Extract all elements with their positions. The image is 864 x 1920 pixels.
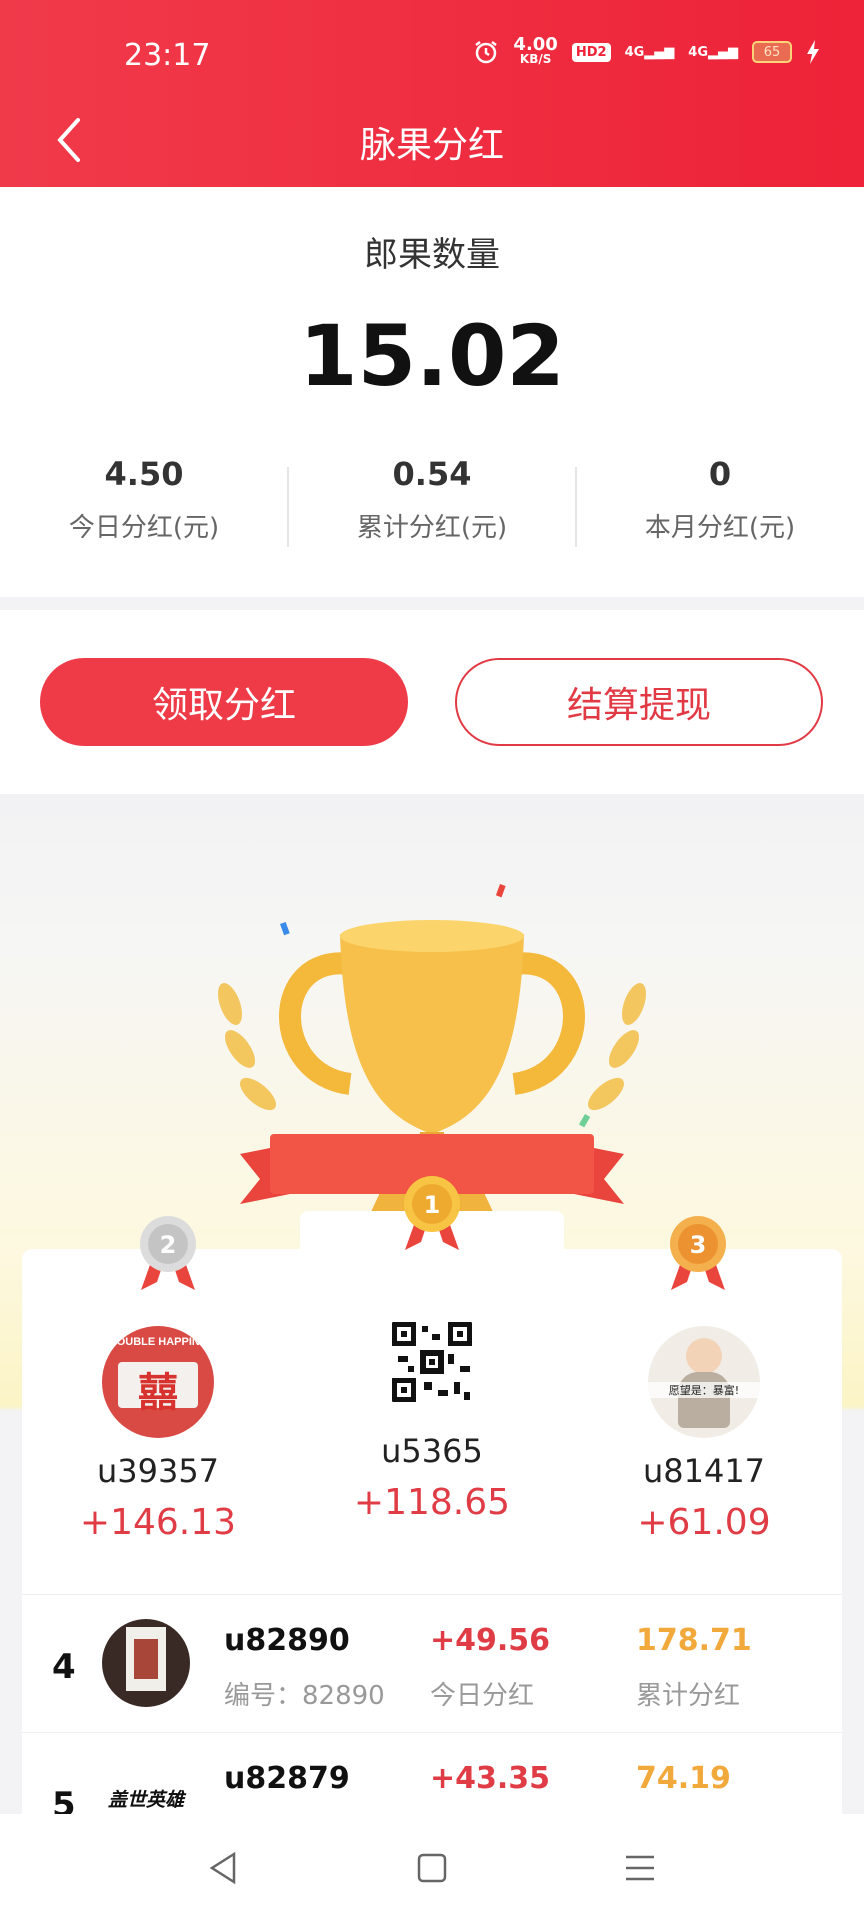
stat-month-label: 本月分红(元) bbox=[644, 513, 796, 543]
signal-2-label: 4G bbox=[688, 44, 708, 60]
podium-second-amount: +146.13 bbox=[79, 1502, 237, 1543]
row-name: u82879 bbox=[224, 1761, 350, 1796]
app-header: 23:17 4.00 KB/S HD2 4G▂▄▆ 4G▂▄▆ 65 脉果分红 bbox=[0, 0, 864, 187]
net-speed: 4.00 KB/S bbox=[513, 34, 558, 67]
medal-2-rank: 2 bbox=[160, 1231, 177, 1259]
medal-1-rank: 1 bbox=[424, 1191, 441, 1219]
stat-total-label: 累计分红(元) bbox=[356, 513, 508, 543]
medal-3-rank: 3 bbox=[690, 1231, 707, 1259]
stat-month-value: 0 bbox=[708, 455, 732, 493]
page-title: 脉果分红 bbox=[359, 125, 504, 166]
bronze-medal-icon: 3 bbox=[670, 1216, 726, 1290]
row-today-dividend: +49.56 bbox=[430, 1623, 551, 1658]
podium-third-name: u81417 bbox=[642, 1452, 766, 1490]
net-speed-unit: KB/S bbox=[519, 52, 552, 66]
qr-avatar-icon[interactable] bbox=[376, 1306, 488, 1418]
battery-icon: 65 bbox=[752, 41, 792, 63]
status-icons: 4.00 KB/S HD2 4G▂▄▆ 4G▂▄▆ 65 bbox=[473, 34, 820, 67]
avatar-caption: DOUBLE HAPPINE bbox=[108, 1336, 208, 1348]
row-name: u82890 bbox=[224, 1623, 350, 1658]
avatar-text: 盖世英雄 bbox=[107, 1789, 184, 1811]
withdraw-button[interactable]: 结算提现 bbox=[455, 658, 823, 746]
row-today-label: 今日分红 bbox=[430, 1681, 535, 1711]
net-speed-value: 4.00 bbox=[513, 34, 558, 55]
summary-card: 郎果数量 15.02 4.50 今日分红(元) 0.54 累计分红(元) 0 本… bbox=[0, 187, 864, 597]
status-time: 23:17 bbox=[124, 38, 211, 73]
nav-home-icon[interactable] bbox=[412, 1848, 452, 1888]
ranking-section: 2 1 3 DOUBLE HAPPINE 囍 u39357 +146.13 u5… bbox=[0, 794, 864, 1871]
row-total-dividend: 74.19 bbox=[636, 1761, 731, 1796]
avatar bbox=[102, 1619, 190, 1707]
signal-1-icon: 4G▂▄▆ bbox=[624, 44, 675, 60]
fruit-count-value: 15.02 bbox=[299, 307, 565, 405]
charging-icon bbox=[807, 40, 819, 64]
signal-2-icon: 4G▂▄▆ bbox=[688, 44, 738, 60]
hd-badge: HD2 bbox=[571, 42, 611, 62]
stat-today-label: 今日分红(元) bbox=[68, 513, 220, 543]
battery-level: 65 bbox=[763, 44, 781, 60]
list-item[interactable]: 4 u82890 编号：82890 +49.56 今日分红 178.71 累计分… bbox=[22, 1594, 842, 1733]
nav-back-icon[interactable] bbox=[204, 1848, 244, 1888]
silver-medal-icon: 2 bbox=[140, 1216, 196, 1290]
alarm-icon bbox=[475, 41, 498, 64]
system-nav-bar bbox=[0, 1814, 864, 1920]
claim-dividend-button[interactable]: 领取分红 bbox=[40, 658, 408, 746]
stat-today-value: 4.50 bbox=[104, 455, 184, 493]
signal-1-label: 4G bbox=[624, 44, 645, 60]
avatar-text: 愿望是：暴富! bbox=[648, 1382, 760, 1398]
stat-total: 0.54 累计分红(元) bbox=[288, 455, 576, 544]
avatar-text: 囍 bbox=[138, 1370, 178, 1416]
row-total-dividend: 178.71 bbox=[636, 1623, 752, 1658]
podium-third-amount: +61.09 bbox=[637, 1502, 771, 1543]
podium-first-amount: +118.65 bbox=[353, 1482, 511, 1523]
fruit-count-label: 郎果数量 bbox=[364, 235, 500, 275]
row-today-dividend: +43.35 bbox=[430, 1761, 551, 1796]
gold-medal-icon: 1 bbox=[404, 1176, 460, 1250]
stat-today: 4.50 今日分红(元) bbox=[0, 455, 288, 544]
row-id: 编号：82890 bbox=[224, 1681, 385, 1711]
podium-first-name: u5365 bbox=[381, 1432, 483, 1470]
row-total-label: 累计分红 bbox=[636, 1681, 741, 1711]
nav-menu-icon[interactable] bbox=[620, 1848, 660, 1888]
avatar[interactable]: 愿望是：暴富! bbox=[648, 1326, 760, 1438]
stat-total-value: 0.54 bbox=[392, 455, 472, 493]
stat-month: 0 本月分红(元) bbox=[576, 455, 864, 544]
actions-bar: 领取分红 结算提现 bbox=[0, 610, 864, 794]
rank-number: 4 bbox=[52, 1647, 76, 1687]
avatar[interactable]: DOUBLE HAPPINE 囍 bbox=[102, 1326, 214, 1438]
podium-second-name: u39357 bbox=[96, 1452, 220, 1490]
